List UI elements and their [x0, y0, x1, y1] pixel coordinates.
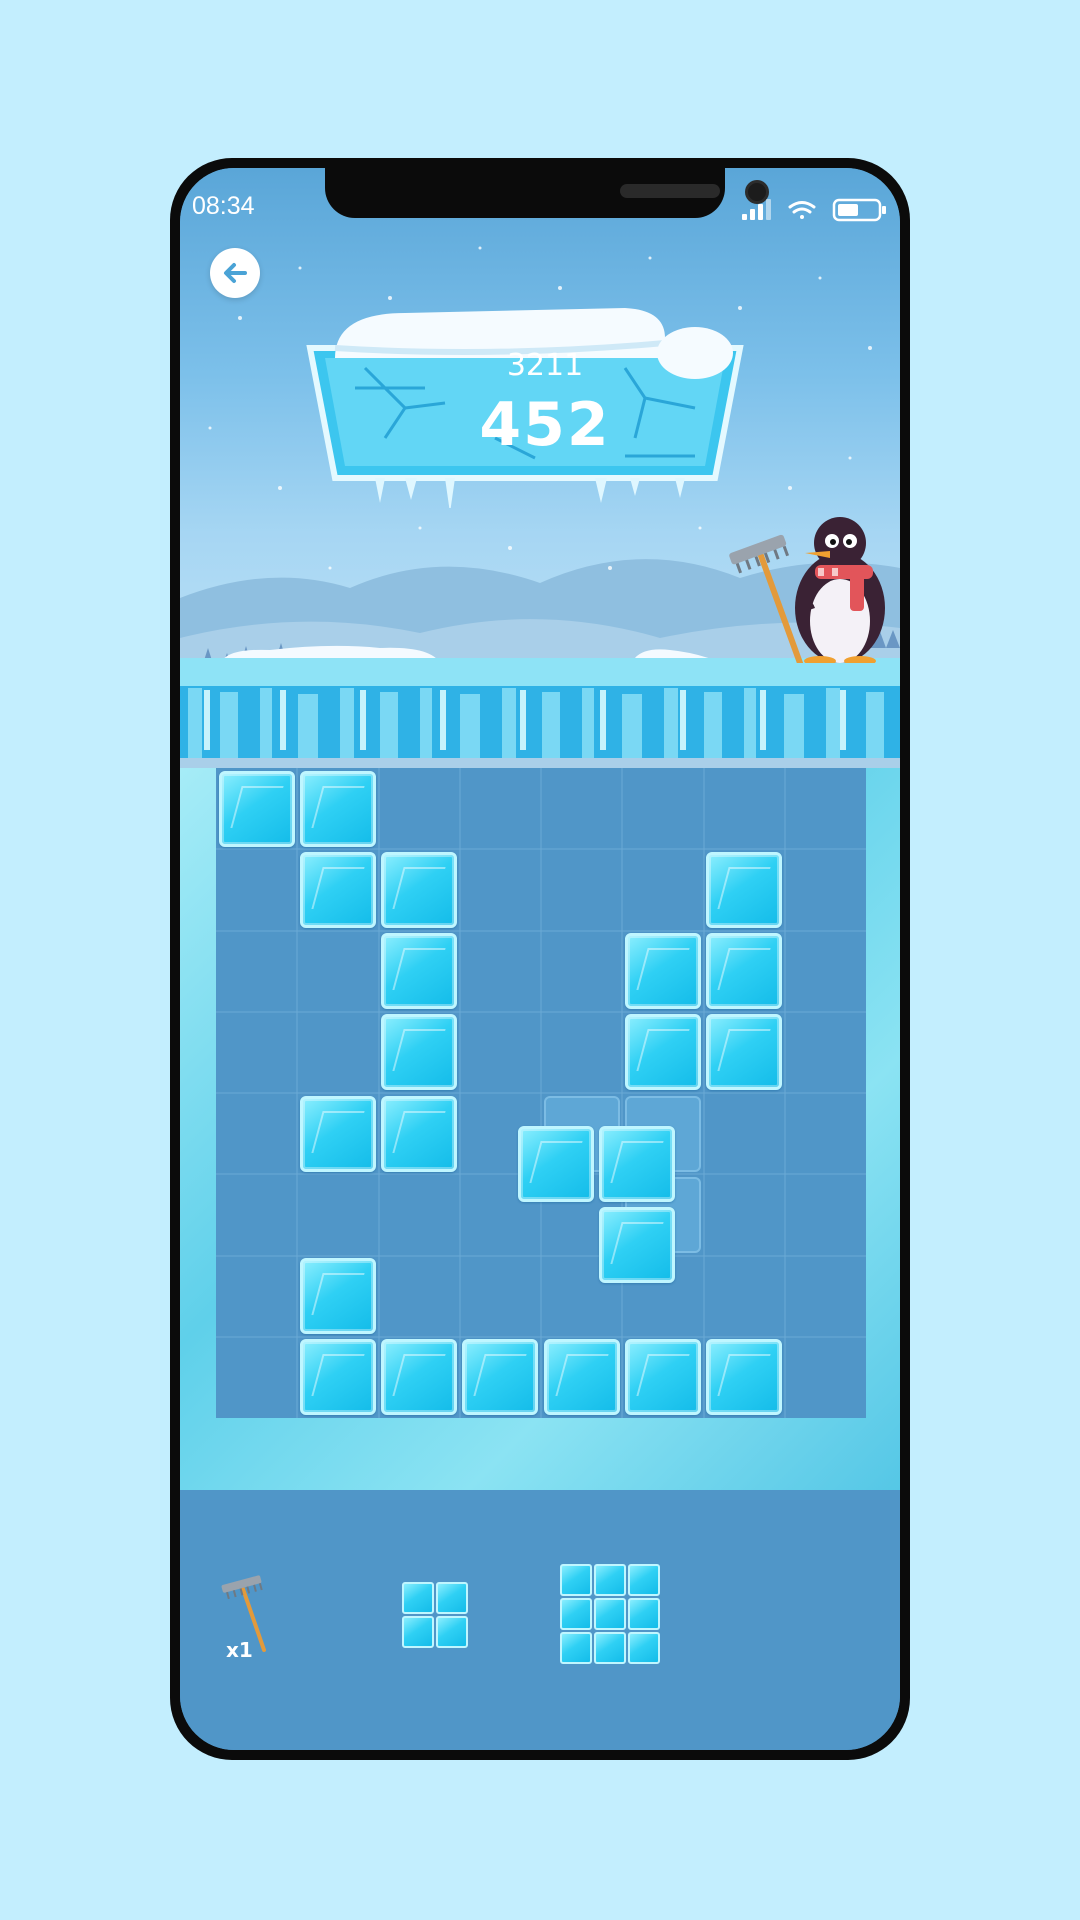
- dragged-ice-block[interactable]: [598, 1206, 675, 1283]
- tray-piece-block: [402, 1616, 434, 1648]
- game-screen: 3211 452 08:34 x1: [180, 168, 900, 1750]
- tray-piece-block: [560, 1632, 592, 1664]
- game-board[interactable]: [216, 768, 866, 1418]
- ice-block: [706, 851, 783, 928]
- tray-piece-block: [402, 1582, 434, 1614]
- back-button[interactable]: [210, 248, 260, 298]
- tray-piece-block: [436, 1582, 468, 1614]
- wifi-icon: [788, 201, 816, 219]
- ice-block: [462, 1339, 539, 1416]
- ice-block: [299, 770, 376, 847]
- status-icons: [742, 196, 892, 222]
- status-time: 08:34: [192, 192, 255, 220]
- piece-tray: [180, 1490, 900, 1750]
- tray-piece-block: [436, 1616, 468, 1648]
- ice-block: [381, 851, 458, 928]
- ice-block: [381, 1095, 458, 1172]
- dragged-ice-block[interactable]: [598, 1125, 675, 1202]
- tray-piece-block: [560, 1598, 592, 1630]
- ice-block: [381, 933, 458, 1010]
- ice-block: [543, 1339, 620, 1416]
- battery-icon: [832, 198, 886, 222]
- ice-block: [381, 1014, 458, 1091]
- ice-block: [706, 933, 783, 1010]
- ice-block: [218, 770, 295, 847]
- tray-piece-block: [628, 1598, 660, 1630]
- tray-piece-block: [594, 1632, 626, 1664]
- ice-block: [299, 1258, 376, 1335]
- tray-piece-block: [628, 1632, 660, 1664]
- ice-block: [624, 933, 701, 1010]
- current-score: 452: [479, 390, 611, 460]
- phone-frame: 3211 452 08:34 x1: [170, 158, 910, 1760]
- phone-notch: [325, 168, 769, 218]
- speaker-grille: [620, 184, 720, 198]
- ice-block: [299, 1095, 376, 1172]
- ice-block: [706, 1014, 783, 1091]
- dragged-ice-block[interactable]: [517, 1125, 594, 1202]
- arrow-left-icon: [224, 263, 247, 283]
- rake-count-label: x1: [226, 1638, 253, 1662]
- tray-piece-3x3[interactable]: [560, 1564, 664, 1668]
- cellular-signal-icon: [742, 199, 771, 220]
- ice-block: [706, 1339, 783, 1416]
- tray-piece-2x2[interactable]: [402, 1582, 472, 1652]
- tray-piece-block: [594, 1598, 626, 1630]
- ice-block: [299, 1339, 376, 1416]
- best-score: 3211: [506, 348, 584, 383]
- tray-piece-block: [594, 1564, 626, 1596]
- tray-piece-block: [560, 1564, 592, 1596]
- tray-piece-block: [628, 1564, 660, 1596]
- ice-block: [624, 1014, 701, 1091]
- ice-block: [381, 1339, 458, 1416]
- ice-block: [299, 851, 376, 928]
- ice-block: [624, 1339, 701, 1416]
